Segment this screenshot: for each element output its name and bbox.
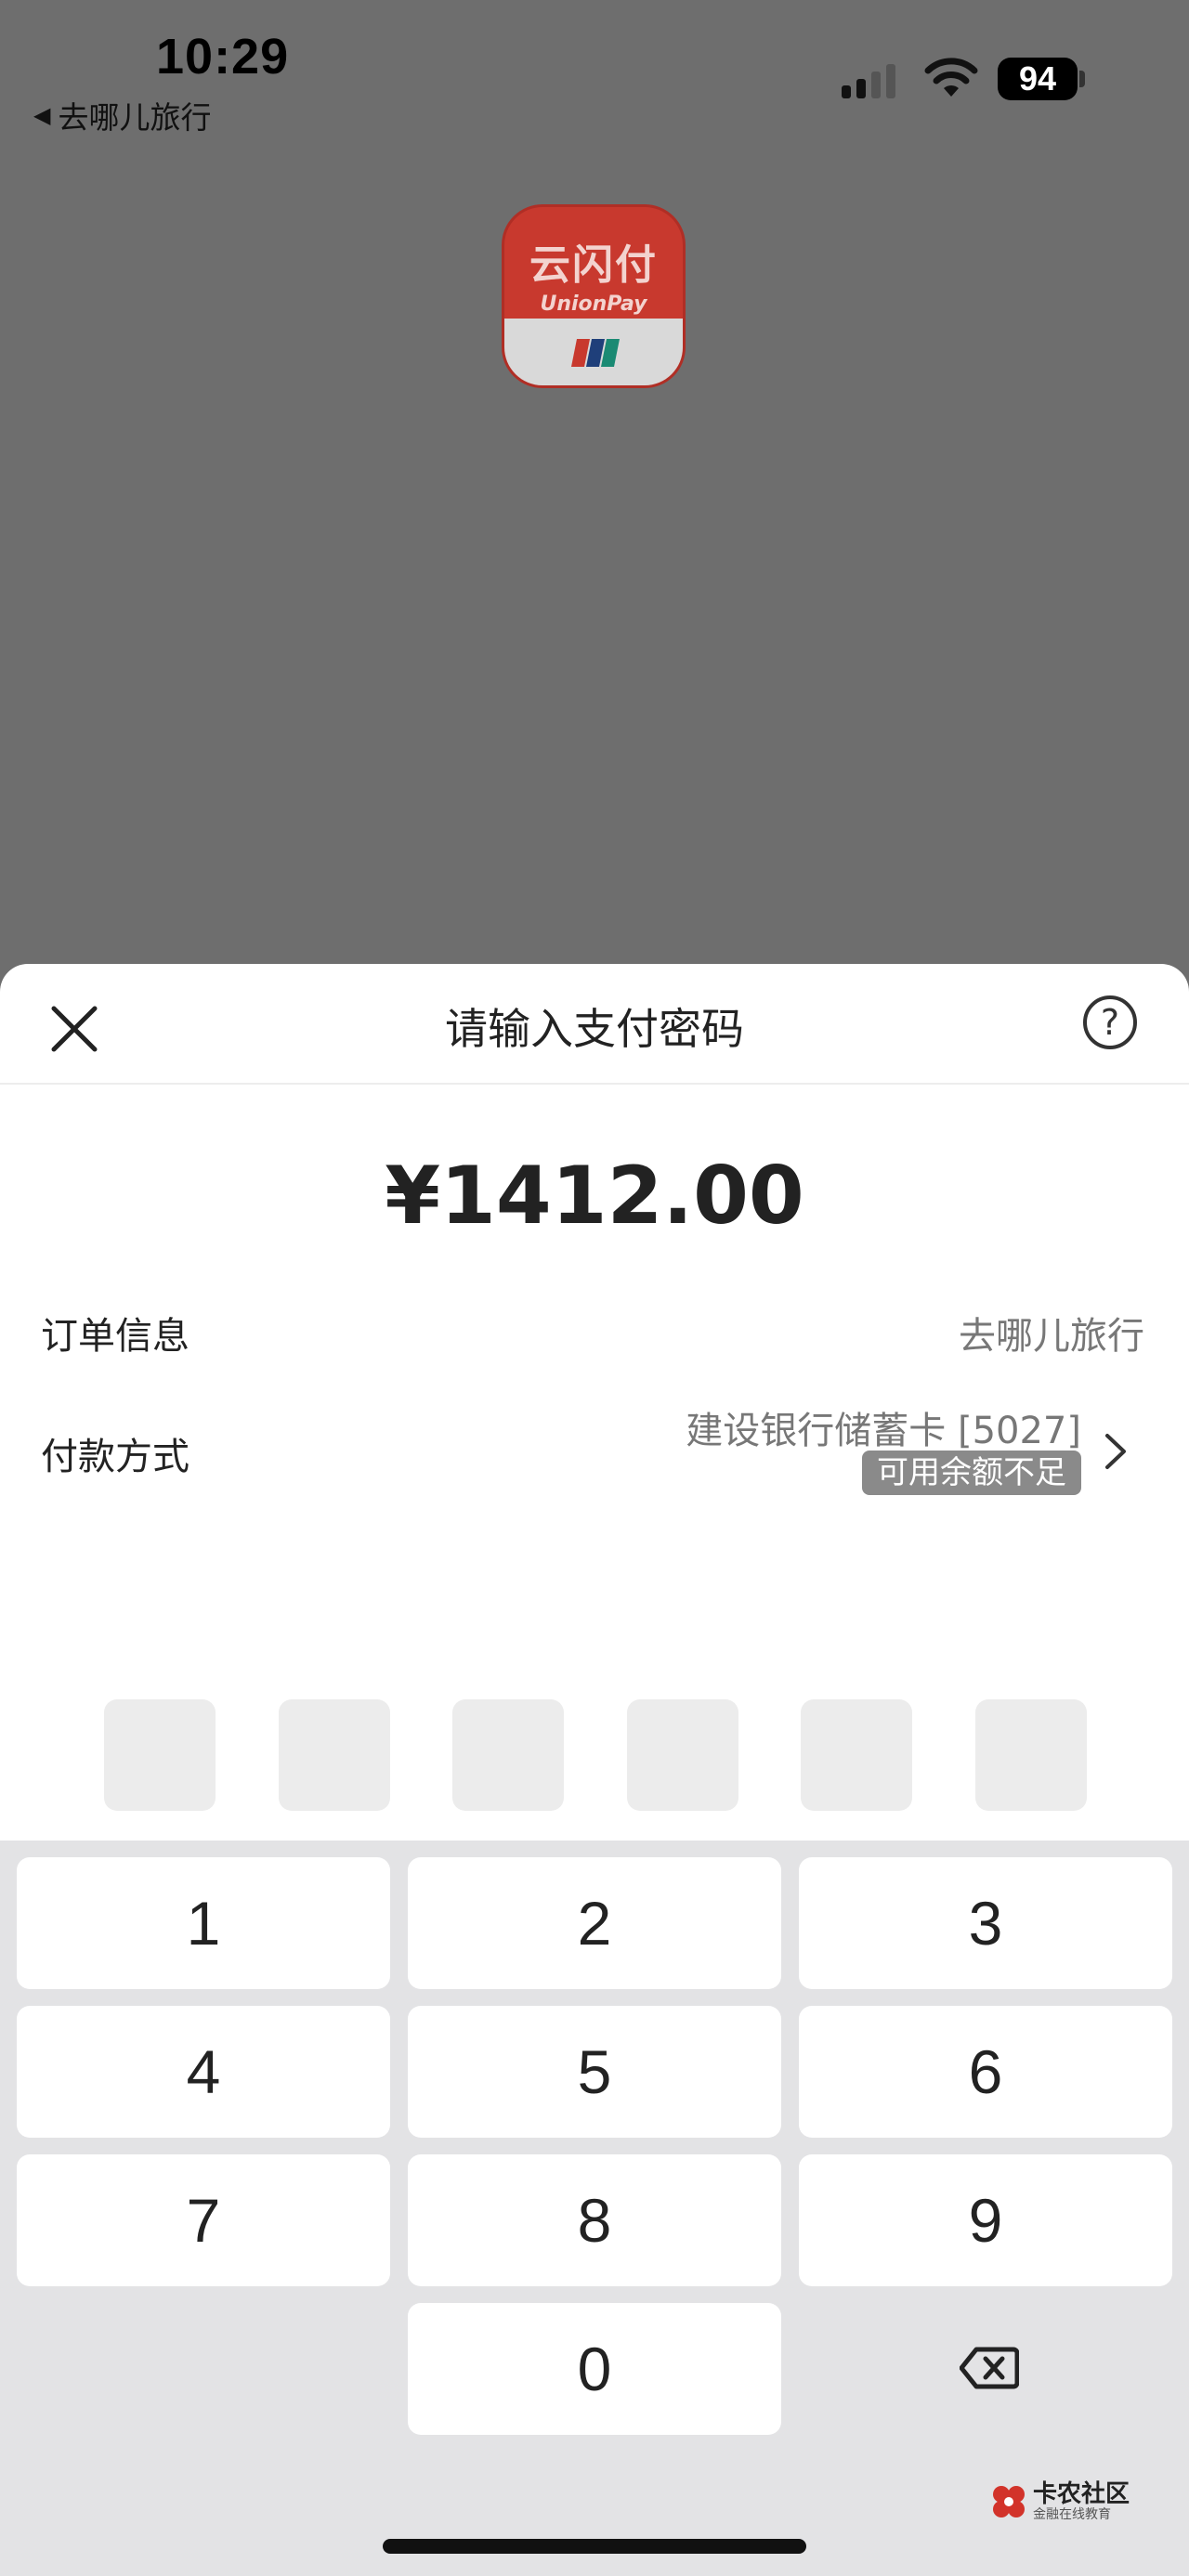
pin-box [104,1699,216,1811]
insufficient-balance-badge: 可用余额不足 [862,1451,1081,1495]
key-1[interactable]: 1 [17,1857,390,1989]
order-info-value: 去哪儿旅行 [959,1315,1144,1358]
sheet-title: 请输入支付密码 [445,1004,744,1054]
key-8[interactable]: 8 [408,2154,781,2286]
key-2[interactable]: 2 [408,1857,781,1989]
back-to-app-link[interactable]: ◀ 去哪儿旅行 [33,93,211,137]
logo-name-cn: 云闪付 [529,241,658,289]
watermark-main: 卡农社区 [1033,2480,1130,2508]
pin-box [801,1699,912,1811]
key-6[interactable]: 6 [799,2006,1172,2138]
unionpay-app-logo: 云闪付 UnionPay [502,204,686,388]
watermark-sub: 金融在线教育 [1033,2507,1111,2522]
pin-box [452,1699,564,1811]
home-indicator[interactable] [383,2539,806,2554]
key-4[interactable]: 4 [17,2006,390,2138]
payment-method-card[interactable]: 建设银行储蓄卡 [5027] [686,1400,1081,1454]
status-time: 10:29 [156,29,290,85]
watermark-text: 卡农社区 金融在线教育 [1033,2481,1130,2522]
pin-box [627,1699,738,1811]
backspace-key[interactable] [799,2303,1172,2435]
status-bar: 10:29 ◀ 去哪儿旅行 94 [0,0,1189,149]
battery-tip [1079,71,1085,87]
backspace-icon [960,2347,1019,2389]
key-0[interactable]: 0 [408,2303,781,2435]
battery-icon: 94 [998,58,1078,100]
pin-input[interactable] [104,1699,1087,1811]
watermark: 卡农社区 金融在线教育 [990,2481,1130,2522]
help-icon[interactable]: ? [1083,995,1137,1049]
numeric-keypad: 1 2 3 4 5 6 7 8 9 0 [0,1841,1189,2576]
payment-amount: ¥1412.00 [385,1150,804,1242]
logo-text-area: 云闪付 UnionPay [504,207,683,316]
back-app-label: 去哪儿旅行 [58,99,212,136]
pin-box [279,1699,390,1811]
logo-name-en: UnionPay [540,293,647,316]
watermark-logo-icon [993,2486,1025,2517]
chevron-right-icon[interactable] [1102,1430,1130,1473]
payment-method-label: 付款方式 [41,1436,189,1478]
key-9[interactable]: 9 [799,2154,1172,2286]
wifi-icon [924,58,978,97]
unionpay-stripes-icon [571,339,620,367]
key-3[interactable]: 3 [799,1857,1172,1989]
pin-box [975,1699,1087,1811]
signal-icon [842,64,895,98]
key-7[interactable]: 7 [17,2154,390,2286]
key-5[interactable]: 5 [408,2006,781,2138]
order-info-label: 订单信息 [41,1315,189,1358]
sheet-header: 请输入支付密码 ? [0,964,1189,1085]
logo-bottom-band [504,319,683,385]
back-arrow-icon: ◀ [33,102,51,128]
